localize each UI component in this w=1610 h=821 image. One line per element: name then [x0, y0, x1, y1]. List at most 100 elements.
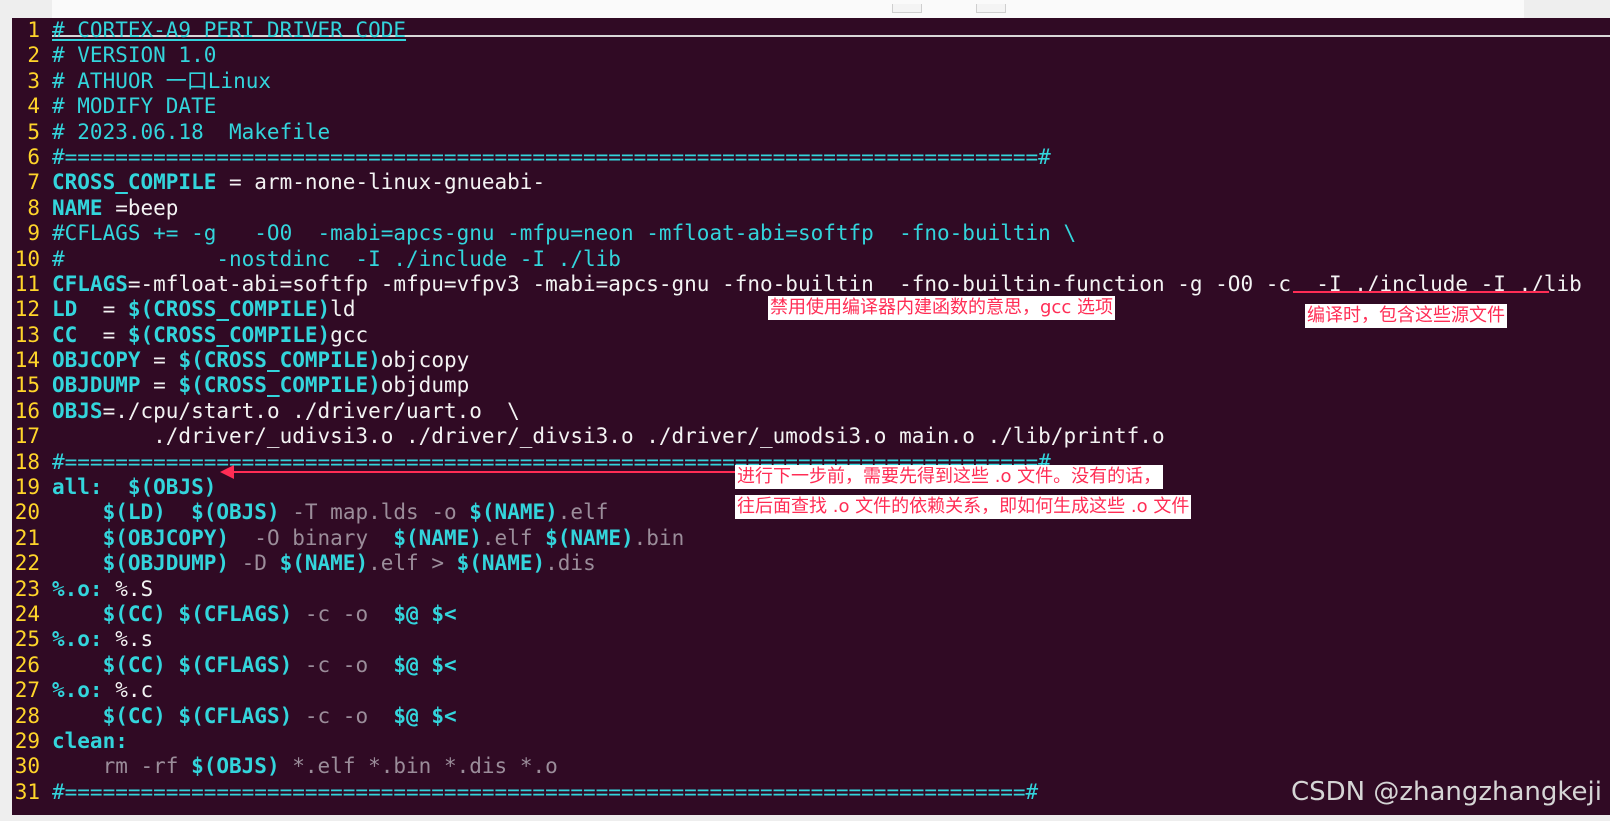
code-token: $(OBJDUMP) — [102, 551, 230, 576]
code-token: %.S — [102, 576, 154, 601]
code-token: $(OBJS) — [191, 754, 280, 779]
code-token: $(NAME) — [393, 525, 482, 550]
line-number: 10 — [14, 246, 40, 271]
code-token: = — [140, 373, 179, 398]
line-number: 11 — [14, 271, 40, 296]
line-number: 26 — [14, 652, 40, 677]
code-line[interactable]: 11 CFLAGS=-mfloat-abi=softfp -mfpu=vfpv3 … — [12, 272, 1582, 297]
code-token: *.elf *.bin *.dis *.o — [279, 754, 558, 779]
code-line[interactable]: 14 OBJCOPY = $(CROSS_COMPILE)objcopy — [12, 348, 1582, 373]
code-token: -c -o — [292, 703, 394, 728]
line-number: 17 — [14, 424, 40, 449]
code-line[interactable]: 1 # CORTEX-A9 PERI DRIVER CODE — [12, 18, 1582, 43]
code-line[interactable]: 29 clean: — [12, 729, 1582, 754]
code-line[interactable]: 7 CROSS_COMPILE = arm-none-linux-gnueabi- — [12, 170, 1582, 195]
code-line[interactable]: 2 # VERSION 1.0 — [12, 43, 1582, 68]
code-line[interactable]: 16 OBJS=./cpu/start.o ./driver/uart.o \ — [12, 399, 1582, 424]
code-token: -O binary — [229, 525, 394, 550]
code-token: $(NAME) — [279, 551, 369, 576]
code-line[interactable]: 9 #CFLAGS += -g -O0 -mabi=apcs-gnu -mfpu=… — [12, 221, 1582, 246]
code-token: $(CROSS_COMPILE) — [178, 348, 381, 373]
top-bar-tab — [892, 4, 922, 13]
code-token: all: — [52, 475, 103, 500]
code-token: $@ $< — [393, 601, 457, 626]
objs-arrow-head — [220, 465, 234, 479]
code-line[interactable]: 26 $(CC) $(CFLAGS) -c -o $@ $< — [12, 653, 1582, 678]
code-token: # ATHUOR 一口Linux — [52, 68, 272, 93]
code-token: = arm-none-linux-gnueabi- — [216, 170, 546, 195]
line-number: 9 — [27, 221, 40, 246]
code-line[interactable]: 24 $(CC) $(CFLAGS) -c -o $@ $< — [12, 602, 1582, 627]
code-line[interactable]: 21 $(OBJCOPY) -O binary $(NAME).elf $(NA… — [12, 526, 1582, 551]
vim-editor[interactable]: 1 # CORTEX-A9 PERI DRIVER CODE 2 # VERSION … — [12, 18, 1610, 815]
code-token: %.c — [102, 678, 154, 703]
code-line[interactable]: 17 ./driver/_udivsi3.o ./driver/_divsi3.… — [12, 424, 1582, 449]
line-number: 24 — [14, 601, 40, 626]
code-line[interactable]: 22 $(OBJDUMP) -D $(NAME).elf > $(NAME).d… — [12, 551, 1582, 576]
code-line[interactable]: 6 #======================================… — [12, 145, 1582, 170]
code-line[interactable]: 15 OBJDUMP = $(CROSS_COMPILE)objdump — [12, 373, 1582, 398]
line-number: 31 — [14, 779, 40, 804]
line-number: 15 — [14, 373, 40, 398]
code-token: # MODIFY DATE — [52, 94, 217, 119]
code-token: gcc — [330, 322, 369, 347]
csdn-watermark: CSDN @zhangzhangkeji — [1290, 777, 1602, 807]
code-line[interactable]: 28 $(CC) $(CFLAGS) -c -o $@ $< — [12, 704, 1582, 729]
code-token: #=======================================… — [52, 779, 1039, 804]
code-line[interactable]: 8 NAME =beep — [12, 196, 1582, 221]
code-token: objcopy — [380, 348, 470, 373]
objs-arrow-line — [232, 471, 738, 473]
code-token: .bin — [633, 525, 685, 550]
line-number: 12 — [14, 297, 40, 322]
code-line[interactable]: 23 %.o: %.S — [12, 577, 1582, 602]
code-token: =./cpu/start.o ./driver/uart.o \ — [102, 398, 520, 423]
code-line[interactable]: 10 # -nostdinc -I ./include -I ./lib — [12, 247, 1582, 272]
code-token: # CORTEX-A9 PERI DRIVER CODE — [52, 18, 407, 42]
code-line[interactable]: 27 %.o: %.c — [12, 678, 1582, 703]
code-line[interactable]: 30 rm -rf $(OBJS) *.elf *.bin *.dis *.o — [12, 754, 1582, 779]
line-number: 13 — [14, 322, 40, 347]
annotation-objs-2: 往后面查找 .o 文件的依赖关系，即如何生成这些 .o 文件 — [735, 495, 1192, 519]
line-number: 1 — [27, 18, 40, 42]
code-token: CFLAGS — [52, 271, 128, 296]
line-number: 4 — [27, 94, 40, 119]
code-token: $@ $< — [393, 652, 457, 677]
code-token: = — [77, 297, 128, 322]
line-number: 27 — [14, 678, 40, 703]
line-number: 19 — [14, 475, 40, 500]
code-token: OBJS — [52, 398, 103, 423]
line-number: 20 — [14, 500, 40, 525]
code-token: =beep — [102, 195, 179, 220]
code-token: %.o: — [52, 627, 103, 652]
code-line[interactable]: 5 # 2023.06.18 Makefile — [12, 120, 1582, 145]
annotation-include: 编译时，包含这些源文件 — [1305, 304, 1507, 328]
line-number: 5 — [27, 119, 40, 144]
line-number: 28 — [14, 703, 40, 728]
code-token: objdump — [380, 373, 470, 398]
top-bar-tab — [976, 4, 1006, 13]
code-line[interactable]: 3 # ATHUOR 一口Linux — [12, 69, 1582, 94]
code-token: -T map.lds -o — [279, 500, 470, 525]
code-token: clean: — [52, 728, 128, 753]
code-token: # VERSION 1.0 — [52, 43, 217, 68]
code-token: ./driver/_udivsi3.o ./driver/_divsi3.o .… — [52, 424, 1165, 449]
code-line[interactable]: 4 # MODIFY DATE — [12, 94, 1582, 119]
code-token: = — [140, 348, 179, 373]
code-token: $@ $< — [393, 703, 457, 728]
code-token: CC — [52, 322, 78, 347]
line-number: 6 — [27, 144, 40, 169]
code-token: %.o: — [52, 678, 103, 703]
code-token: LD — [52, 297, 78, 322]
code-line[interactable]: 25 %.o: %.s — [12, 627, 1582, 652]
code-lines: 1 # CORTEX-A9 PERI DRIVER CODE 2 # VERSION … — [12, 18, 1582, 805]
code-token: .dis — [545, 551, 596, 576]
code-token: $(LD) — [102, 500, 166, 525]
line-number: 16 — [14, 398, 40, 423]
code-token: .elf — [481, 525, 546, 550]
code-token: # 2023.06.18 Makefile — [52, 119, 331, 144]
